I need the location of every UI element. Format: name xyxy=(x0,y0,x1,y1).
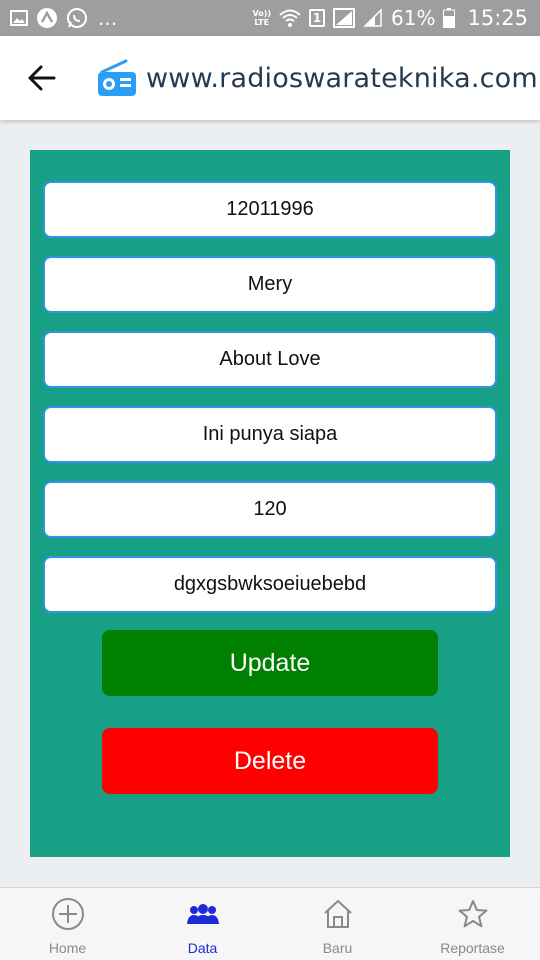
number-field[interactable]: 120 xyxy=(43,481,497,538)
nav-item-data[interactable]: Data xyxy=(135,888,270,960)
clock: 15:25 xyxy=(467,5,528,30)
whatsapp-icon xyxy=(66,7,88,29)
nav-label-baru: Baru xyxy=(322,940,353,956)
plus-circle-icon xyxy=(51,896,85,932)
page-title: www.radioswarateknika.com xyxy=(146,62,538,94)
more-notifications: ... xyxy=(98,6,118,30)
group-icon xyxy=(186,896,220,932)
arrow-left-icon xyxy=(28,65,56,91)
volte-indicator: Vo)) LTE xyxy=(252,9,272,27)
title-field[interactable]: About Love xyxy=(43,331,497,388)
nav-label-data: Data xyxy=(187,940,218,956)
wifi-icon xyxy=(279,8,301,28)
sim-slot-badge: 1 xyxy=(309,9,326,27)
nav-item-reportase[interactable]: Reportase xyxy=(405,888,540,960)
nav-item-baru[interactable]: Baru xyxy=(270,888,405,960)
nav-item-home[interactable]: Home xyxy=(0,888,135,960)
back-button[interactable] xyxy=(0,36,84,120)
gallery-icon xyxy=(10,10,28,26)
status-bar: ... Vo)) LTE 1 61% 15:25 xyxy=(0,0,540,36)
app-notification-icon xyxy=(36,7,58,29)
name-field[interactable]: Mery xyxy=(43,256,497,313)
bottom-navigation: Home Data Baru Reportase xyxy=(0,887,540,960)
edit-form-card: 12011996 Mery About Love Ini punya siapa… xyxy=(30,150,510,857)
nav-label-home: Home xyxy=(48,940,87,956)
update-button[interactable]: Update xyxy=(102,630,438,696)
description-field[interactable]: Ini punya siapa xyxy=(43,406,497,463)
radio-icon xyxy=(96,57,138,99)
delete-button[interactable]: Delete xyxy=(102,728,438,794)
text-field[interactable]: dgxgsbwksoeiuebebd xyxy=(43,556,497,613)
battery-percent: 61% xyxy=(391,6,436,30)
nav-label-reportase: Reportase xyxy=(440,940,505,956)
signal-icon xyxy=(333,8,356,28)
star-icon xyxy=(457,896,489,932)
battery-icon xyxy=(443,8,456,28)
id-field[interactable]: 12011996 xyxy=(43,181,497,238)
signal-strength-icon xyxy=(363,8,383,28)
house-icon xyxy=(322,896,354,932)
app-bar: www.radioswarateknika.com xyxy=(0,36,540,120)
